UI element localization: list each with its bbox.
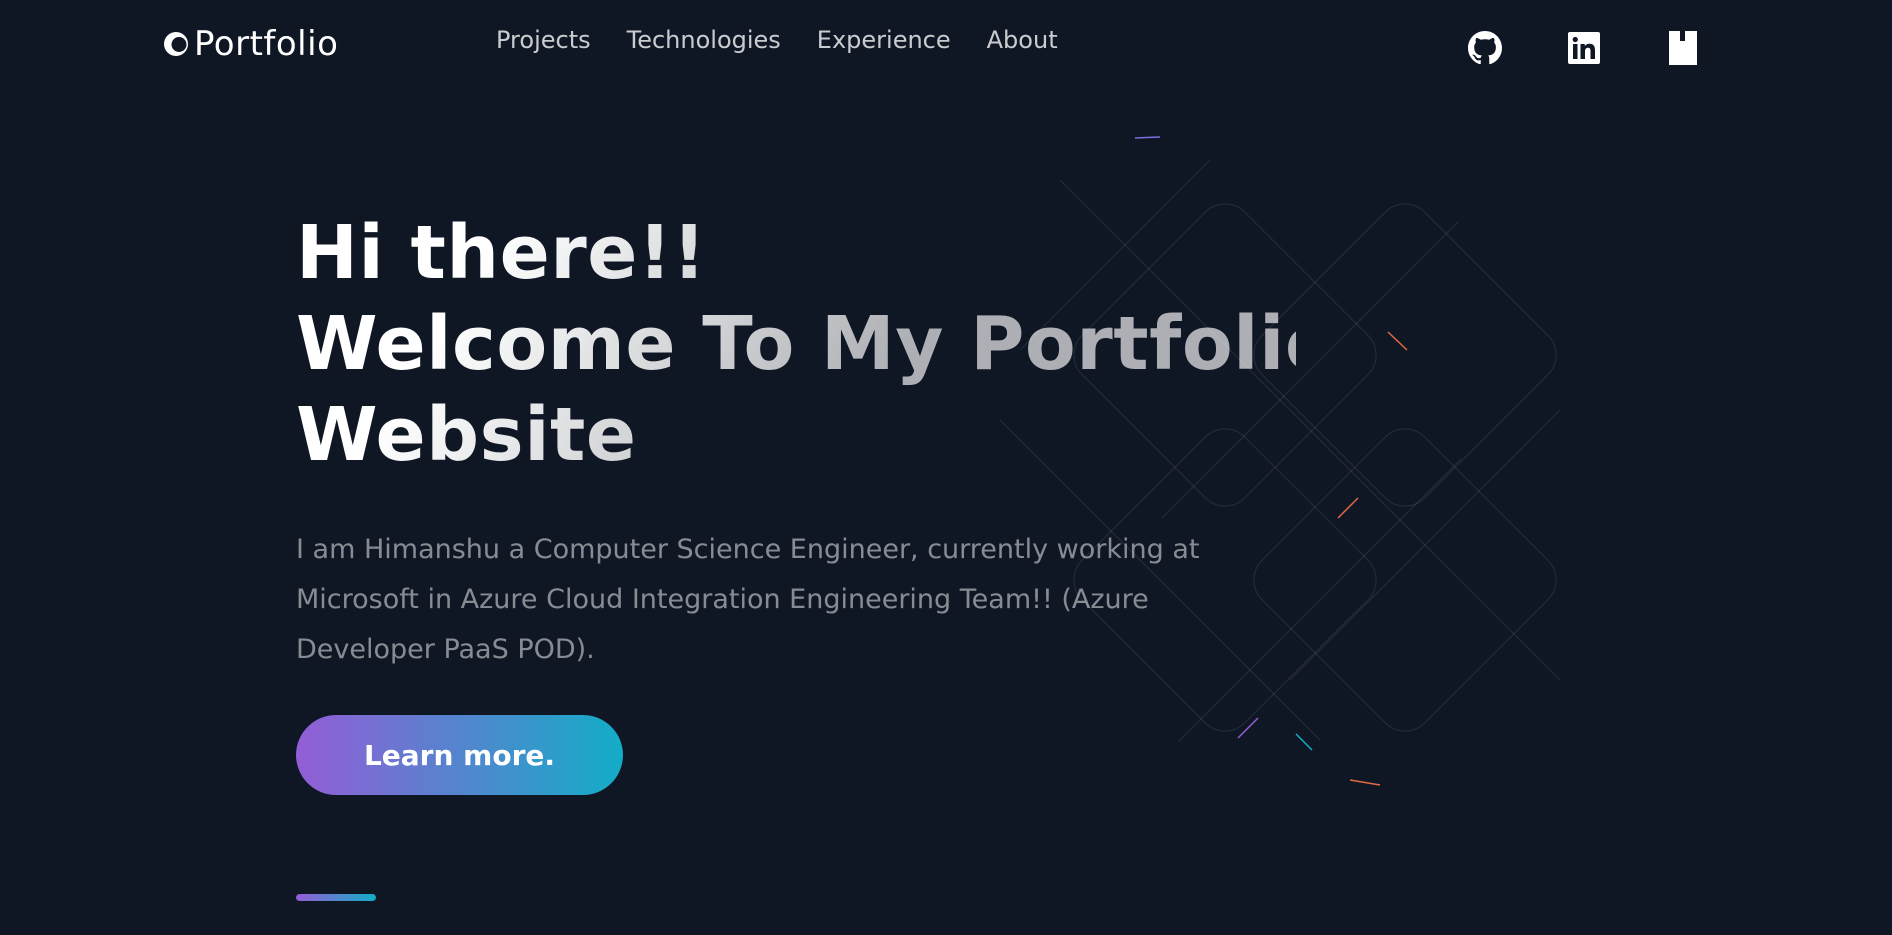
nav-about[interactable]: About xyxy=(987,26,1058,54)
social-links xyxy=(1468,30,1700,66)
resume-link[interactable] xyxy=(1666,30,1700,66)
hero-title-line-3: Website xyxy=(296,392,637,478)
github-icon xyxy=(1468,31,1502,65)
nav-technologies[interactable]: Technologies xyxy=(627,26,781,54)
github-link[interactable] xyxy=(1468,30,1502,66)
linkedin-icon xyxy=(1568,32,1600,64)
hero-title-line-1: Hi there!! xyxy=(296,210,707,296)
hero-section: Hi there!! Welcome To My Portfolio Websi… xyxy=(296,208,1296,675)
hero-description: I am Himanshu a Computer Science Enginee… xyxy=(296,534,1200,665)
resume-icon xyxy=(1669,31,1697,65)
portfolio-page: Portfolio Projects Technologies Experien… xyxy=(0,0,1892,935)
logo-text: Portfolio xyxy=(194,24,339,64)
main-nav: Projects Technologies Experience About xyxy=(496,26,1058,54)
section-divider xyxy=(296,894,376,901)
hero-title-line-2: Welcome To My Portfolio xyxy=(296,301,1337,387)
logo-link[interactable]: Portfolio xyxy=(162,24,338,64)
linkedin-link[interactable] xyxy=(1567,30,1601,66)
logo-icon xyxy=(164,32,188,56)
hero-title: Hi there!! Welcome To My Portfolio Websi… xyxy=(296,208,1296,481)
nav-projects[interactable]: Projects xyxy=(496,26,591,54)
learn-more-button[interactable]: Learn more. xyxy=(296,715,623,795)
nav-experience[interactable]: Experience xyxy=(817,26,951,54)
